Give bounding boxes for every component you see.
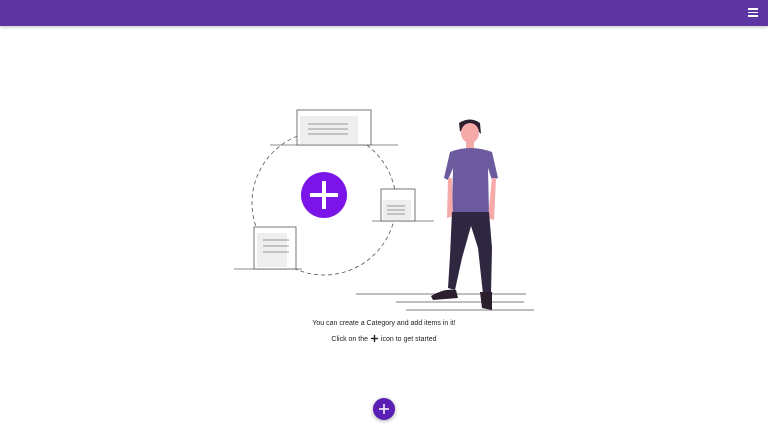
- bottom-left-card-icon: [234, 226, 302, 270]
- plus-icon: [379, 404, 389, 414]
- right-card-icon: [372, 188, 434, 222]
- person-figure: [431, 119, 498, 310]
- add-category-fab[interactable]: [373, 398, 395, 420]
- menu-bar-middle: [748, 11, 758, 13]
- hint-prefix: Click on the: [331, 336, 368, 343]
- app-bar: [0, 0, 768, 26]
- plus-icon: [370, 335, 378, 342]
- empty-state-message: You can create a Category and add items …: [312, 320, 456, 327]
- menu-bar-bottom: [748, 15, 758, 17]
- menu-bar-top: [748, 8, 758, 10]
- empty-state-illustration: [234, 109, 534, 311]
- hint-suffix: icon to get started: [380, 336, 437, 343]
- get-started-hint: Click on the icon to get started: [0, 335, 768, 343]
- hamburger-menu-button[interactable]: [746, 6, 760, 20]
- center-plus-icon: [301, 172, 347, 218]
